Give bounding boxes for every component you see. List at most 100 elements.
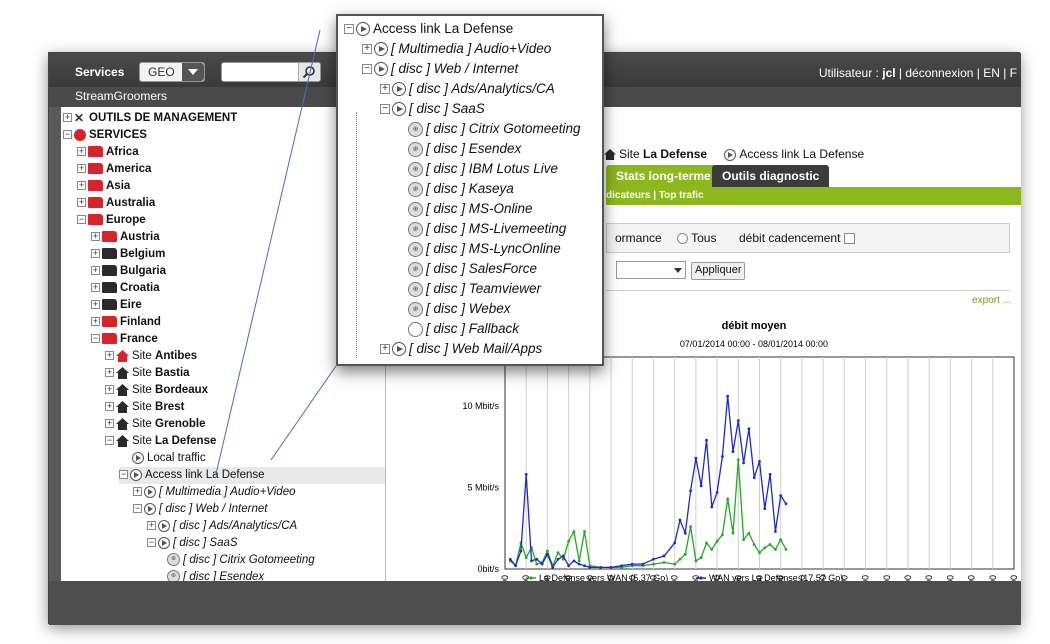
tree-item-austria[interactable]: + Austria (91, 229, 160, 246)
tree-item-africa[interactable]: + Africa (77, 144, 139, 161)
expand-icon[interactable]: + (105, 402, 114, 412)
breadcrumb-link[interactable]: Access link La Defense (739, 147, 864, 161)
tree-item-services[interactable]: − SERVICES (63, 127, 147, 144)
tree-item-asia[interactable]: + Asia (77, 178, 130, 195)
tab-outils-diagnostic[interactable]: Outils diagnostic (712, 165, 830, 187)
zoom-item-saas[interactable]: −[ disc ] SaaS (380, 99, 485, 119)
expand-icon[interactable]: + (77, 198, 86, 208)
data-point (726, 394, 730, 398)
zoom-item-fallback[interactable]: [ disc ] Fallback (408, 319, 519, 339)
zoom-item-access-link[interactable]: − Access link La Defense (344, 19, 513, 39)
tree-item-america[interactable]: + America (77, 161, 151, 178)
user-links[interactable]: | déconnexion | EN | F (896, 66, 1017, 80)
collapse-icon[interactable]: − (119, 470, 128, 480)
breadcrumb-site[interactable]: La Defense (643, 147, 707, 161)
tree-item-eire[interactable]: + Eire (91, 297, 142, 314)
search-button[interactable] (298, 63, 320, 81)
expand-icon[interactable]: + (105, 351, 114, 361)
radio-all[interactable] (677, 233, 688, 245)
expand-icon[interactable]: + (63, 113, 72, 123)
tab-stats-long-terme[interactable]: Stats long-terme (606, 165, 721, 187)
tree-item-site-brest[interactable]: + Site Brest (105, 399, 184, 416)
collapse-icon[interactable]: − (344, 24, 354, 35)
period-select[interactable] (616, 261, 686, 279)
tree-item-europe[interactable]: − Europe (77, 212, 146, 229)
zoom-item-ms-livemeeting[interactable]: ⊕[ disc ] MS-Livemeeting (408, 219, 566, 239)
tree-item-australia[interactable]: + Australia (77, 195, 155, 212)
tree-item-outils[interactable]: + ✕ OUTILS DE MANAGEMENT (63, 110, 237, 127)
collapse-icon[interactable]: − (362, 64, 372, 75)
tree-item-web-internet[interactable]: −[ disc ] Web / Internet (133, 501, 267, 518)
zoom-item-citrix[interactable]: ⊕[ disc ] Citrix Gotomeeting (408, 119, 581, 139)
tree-item-site-grenoble[interactable]: + Site Grenoble (105, 416, 206, 433)
expand-icon[interactable]: + (91, 266, 100, 276)
expand-icon[interactable]: + (147, 521, 156, 531)
data-point (758, 551, 761, 555)
tree-item-saas[interactable]: −[ disc ] SaaS (147, 535, 238, 552)
tree-item-site-antibes[interactable]: + Site Antibes (105, 348, 197, 365)
expand-icon[interactable]: + (105, 419, 114, 429)
zoom-item-web-mail[interactable]: +[ disc ] Web Mail/Apps (380, 339, 542, 359)
collapse-icon[interactable]: − (147, 538, 156, 548)
services-menu[interactable]: Services (75, 65, 124, 79)
debit-cadencement-checkbox[interactable] (843, 233, 855, 245)
tree-item-multimedia[interactable]: +[ Multimedia ] Audio+Video (133, 484, 295, 501)
geo-select[interactable]: GEO (139, 62, 205, 82)
expand-icon[interactable]: + (77, 147, 86, 157)
zoom-item-webex[interactable]: ⊕[ disc ] Webex (408, 299, 511, 319)
sub-nav-links[interactable]: dicateurs | Top trafic (606, 190, 704, 201)
collapse-icon[interactable]: − (63, 130, 72, 140)
expand-icon[interactable]: + (91, 232, 100, 242)
collapse-icon[interactable]: − (133, 504, 142, 514)
expand-icon[interactable]: + (77, 164, 86, 174)
data-point (662, 561, 666, 564)
zoom-item-teamviewer[interactable]: ⊕[ disc ] Teamviewer (408, 279, 541, 299)
chevron-down-icon[interactable] (182, 63, 204, 81)
tree-item-france[interactable]: − France (91, 331, 158, 348)
data-point (689, 525, 692, 528)
apply-button[interactable]: Appliquer (691, 262, 746, 280)
expand-icon[interactable]: + (91, 249, 100, 259)
zoom-item-ibm-lotus[interactable]: ⊕[ disc ] IBM Lotus Live (408, 159, 558, 179)
expand-icon[interactable]: + (362, 44, 372, 55)
tree-item-ads[interactable]: +[ disc ] Ads/Analytics/CA (147, 518, 297, 535)
tree-item-site-la-defense[interactable]: − Site La Defense (105, 433, 216, 450)
expand-icon[interactable]: + (380, 344, 390, 355)
data-point (784, 502, 788, 506)
zoom-item-kaseya[interactable]: ⊕[ disc ] Kaseya (408, 179, 514, 199)
expand-icon[interactable]: + (91, 317, 100, 327)
collapse-icon[interactable]: − (91, 334, 100, 344)
zoom-item-esendex[interactable]: ⊕[ disc ] Esendex (408, 139, 521, 159)
collapse-icon[interactable]: − (380, 104, 390, 115)
tree-item-site-bordeaux[interactable]: + Site Bordeaux (105, 382, 208, 399)
zoom-item-ads[interactable]: +[ disc ] Ads/Analytics/CA (380, 79, 555, 99)
expand-icon[interactable]: + (91, 283, 100, 293)
tree-item-croatia[interactable]: + Croatia (91, 280, 160, 297)
collapse-icon[interactable]: − (105, 436, 114, 446)
expand-icon[interactable]: + (77, 181, 86, 191)
tree-item-local-traffic[interactable]: Local traffic (132, 450, 206, 467)
tree-item-access-link[interactable]: − Access link La Defense (119, 467, 385, 484)
zoom-item-ms-online[interactable]: ⊕[ disc ] MS-Online (408, 199, 533, 219)
zoom-item-ms-lynconline[interactable]: ⊕[ disc ] MS-LyncOnline (408, 239, 561, 259)
tree-item-esendex[interactable]: ⊕[ disc ] Esendex (167, 569, 264, 581)
tree-item-site-bastia[interactable]: + Site Bastia (105, 365, 190, 382)
expand-icon[interactable]: + (380, 84, 390, 95)
search-input[interactable] (221, 62, 321, 82)
tree-item-citrix[interactable]: ⊕[ disc ] Citrix Gotomeeting (167, 552, 315, 569)
zoom-item-salesforce[interactable]: ⊕[ disc ] SalesForce (408, 259, 537, 279)
data-point (673, 562, 677, 566)
data-point (588, 565, 592, 569)
expand-icon[interactable]: + (105, 385, 114, 395)
tree-item-belgium[interactable]: + Belgium (91, 246, 165, 263)
zoom-item-multimedia[interactable]: +[ Multimedia ] Audio+Video (362, 39, 551, 59)
tree-item-finland[interactable]: + Finland (91, 314, 161, 331)
expand-icon[interactable]: + (91, 300, 100, 310)
expand-icon[interactable]: + (105, 368, 114, 378)
collapse-icon[interactable]: − (77, 215, 86, 225)
data-point (530, 559, 533, 563)
expand-icon[interactable]: + (133, 487, 142, 497)
zoom-item-web-internet[interactable]: −[ disc ] Web / Internet (362, 59, 518, 79)
tree-item-bulgaria[interactable]: + Bulgaria (91, 263, 166, 280)
zoom-tree-panel: − Access link La Defense +[ Multimedia ] … (336, 14, 604, 366)
